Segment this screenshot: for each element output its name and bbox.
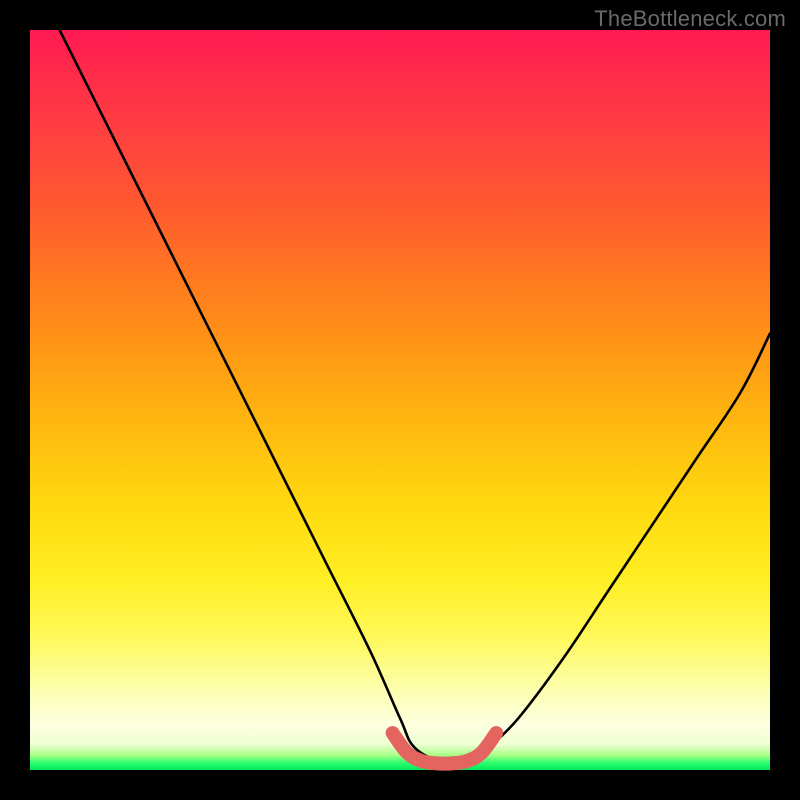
chart-svg — [30, 30, 770, 770]
bottleneck-curve — [60, 30, 770, 765]
chart-outer-frame: TheBottleneck.com — [0, 0, 800, 800]
chart-plot-area — [30, 30, 770, 770]
watermark-text: TheBottleneck.com — [594, 6, 786, 32]
